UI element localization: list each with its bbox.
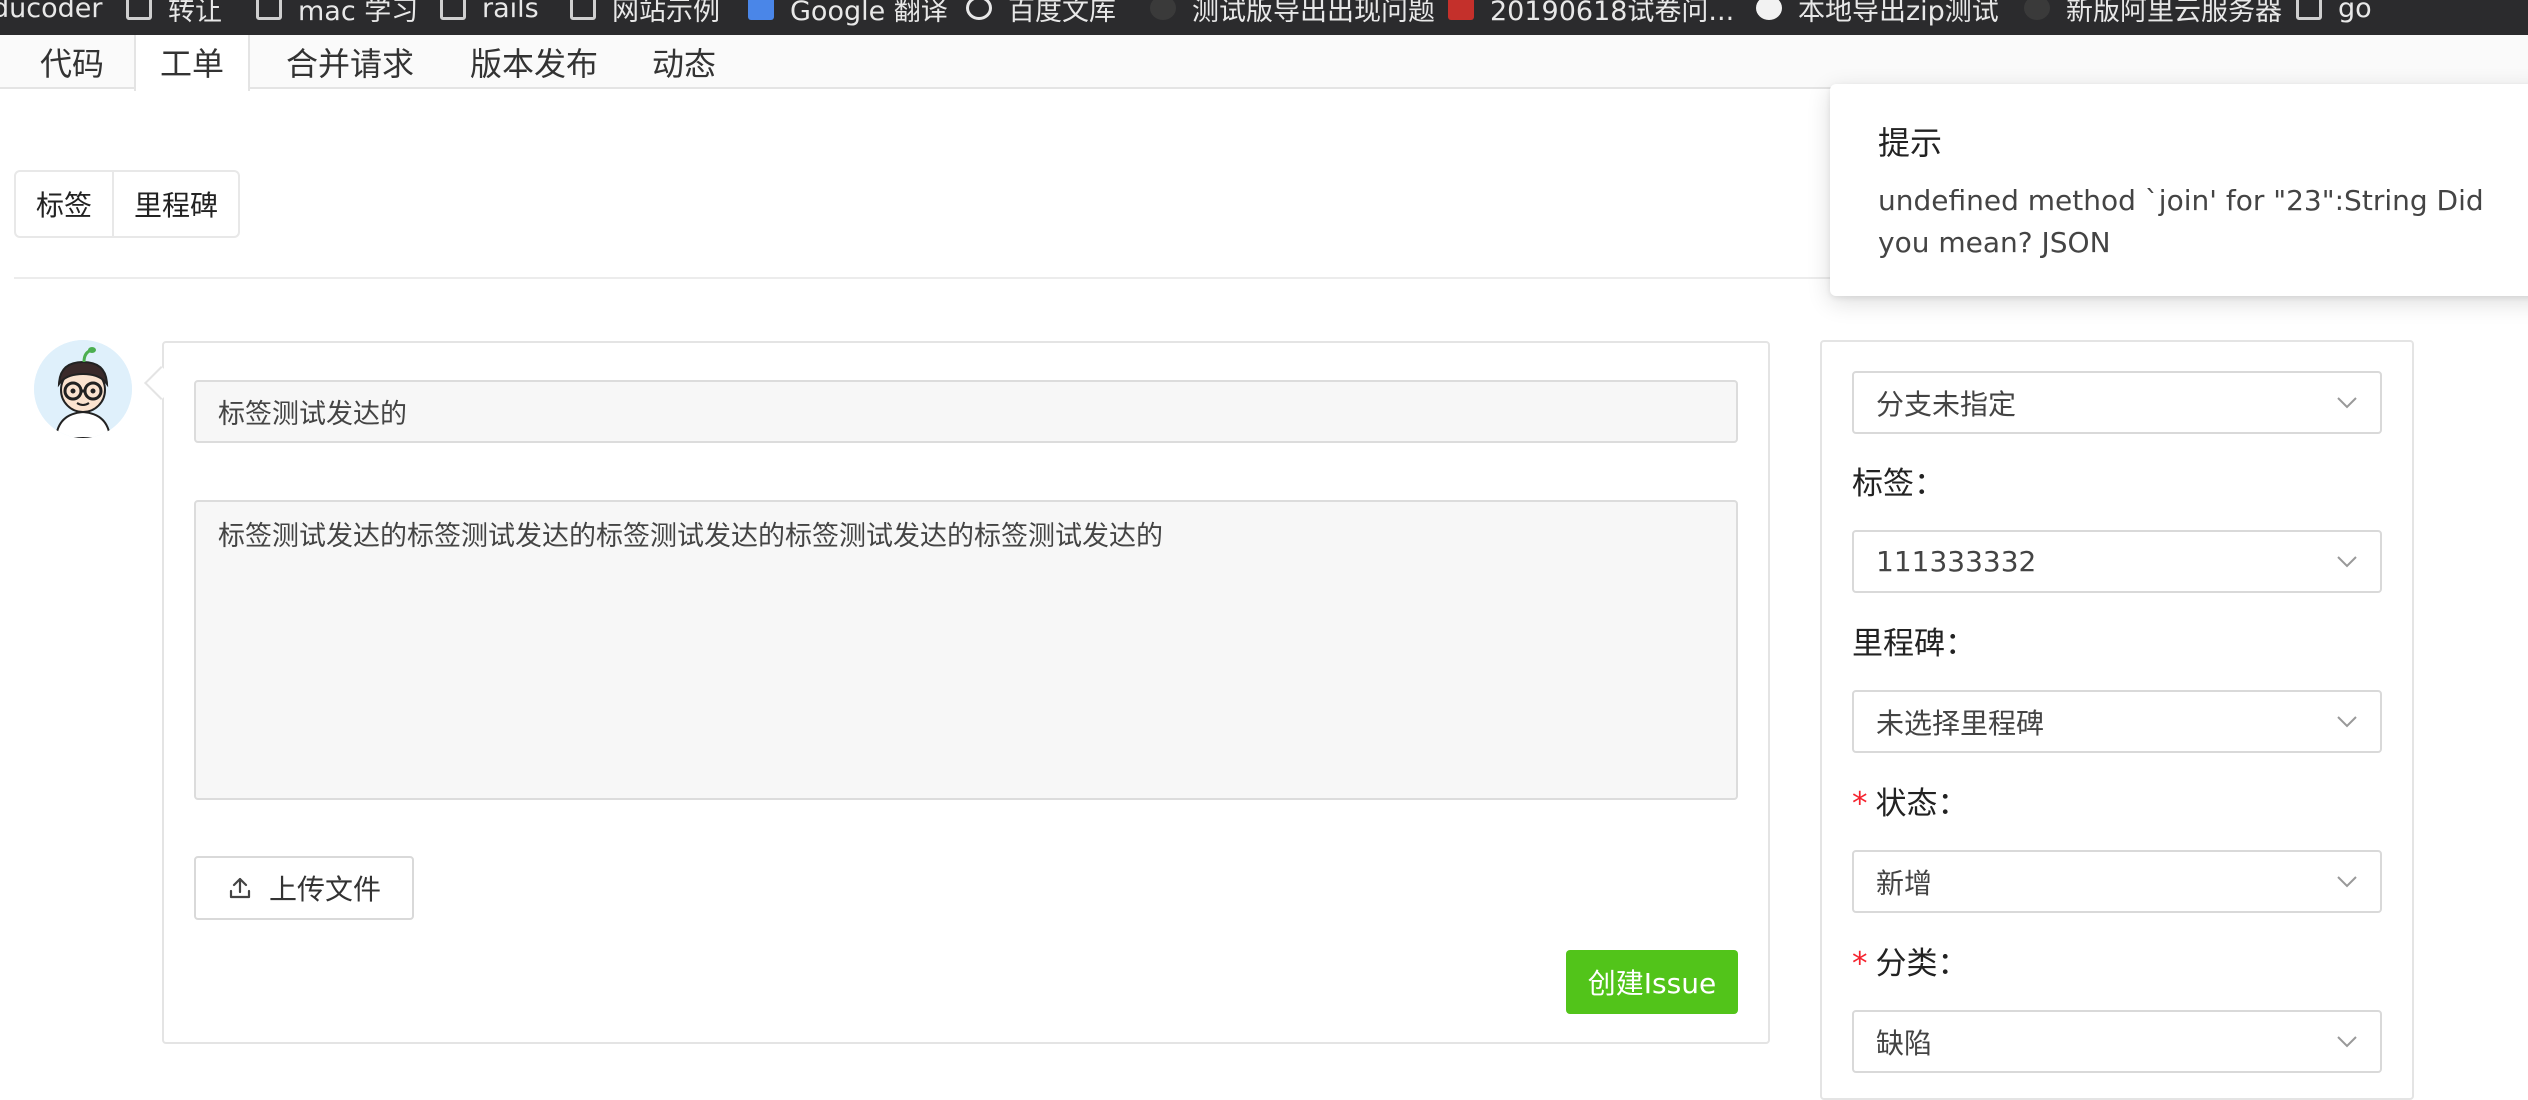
notification-message: undefined method `join' for "23":String … [1878,184,2484,259]
tab-merge-requests[interactable]: 合并请求 [262,35,438,89]
chevron-down-icon [2337,555,2357,567]
chevron-down-icon [2337,715,2357,727]
bookmark-exam-20190618[interactable]: 20190618试卷问... [1448,0,1734,28]
upload-icon [229,877,251,899]
error-notification: 提示 undefined method `join' for "23":Stri… [1830,84,2528,296]
bookmark-go[interactable]: go [2296,0,2372,28]
avatar [34,340,132,438]
bookmark-mac[interactable]: mac 学习 [256,0,418,28]
folder-icon [256,0,282,20]
tab-releases[interactable]: 版本发布 [446,35,622,89]
avatar-illustration-icon [34,340,132,438]
bookmark-zhuanrang[interactable]: 转让 [126,0,222,28]
milestones-button[interactable]: 里程碑 [112,172,238,236]
bookmark-site-examples[interactable]: 网站示例 [570,0,720,28]
repo-tabs: 代码 工单 合并请求 版本发布 动态 [0,35,2528,91]
site-icon [1150,0,1176,20]
bookmark-ducoder[interactable]: ducoder [0,0,102,28]
tab-issues[interactable]: 工单 [134,35,251,91]
required-mark: * [1852,946,1868,982]
required-mark: * [1852,786,1868,822]
folder-icon [126,0,152,20]
bookmarks-bar: ducoder 转让 mac 学习 rails 网站示例 Google 翻译 百… [0,0,2528,35]
translate-icon [748,0,774,20]
upload-file-button[interactable]: 上传文件 [194,856,414,920]
category-select[interactable]: 缺陷 [1852,1010,2382,1073]
bookmark-baidu-wenku[interactable]: 百度文库 [966,0,1116,28]
site-icon [1448,0,1474,20]
tag-select[interactable]: 111333332 [1852,530,2382,593]
label-milestone-switch: 标签 里程碑 [14,170,241,238]
chevron-down-icon [2337,396,2357,408]
milestone-label: 里程碑： [1852,626,1976,662]
category-label: * 分类： [1852,946,1969,982]
globe-icon [966,0,992,20]
chevron-down-icon [2337,875,2357,887]
folder-icon [2296,0,2322,20]
tab-code[interactable]: 代码 [16,35,128,89]
folder-icon [440,0,466,20]
divider [14,277,1834,279]
github-icon [1756,0,1782,20]
status-select[interactable]: 新增 [1852,850,2382,913]
site-icon [2024,0,2050,20]
bookmark-rails[interactable]: rails [440,0,539,28]
status-label: * 状态： [1852,786,1969,822]
branch-select[interactable]: 分支未指定 [1852,371,2382,434]
bookmark-google-translate[interactable]: Google 翻译 [748,0,948,28]
tab-activity[interactable]: 动态 [628,35,740,89]
bookmark-local-zip[interactable]: 本地导出zip测试 [1756,0,1999,28]
bookmark-aliyun[interactable]: 新版阿里云服务器 [2024,0,2282,28]
tag-label: 标签： [1852,466,1945,502]
issue-description-textarea[interactable]: 标签测试发达的标签测试发达的标签测试发达的标签测试发达的标签测试发达的 [194,500,1738,800]
create-issue-button[interactable]: 创建Issue [1566,950,1738,1014]
labels-button[interactable]: 标签 [16,172,112,236]
chevron-down-icon [2337,1035,2357,1047]
bookmark-test-export[interactable]: 测试版导出出现问题 [1150,0,1435,28]
milestone-select[interactable]: 未选择里程碑 [1852,690,2382,753]
folder-icon [570,0,596,20]
notification-title: 提示 [1878,124,1943,162]
issue-title-input[interactable]: 标签测试发达的 [194,380,1738,443]
